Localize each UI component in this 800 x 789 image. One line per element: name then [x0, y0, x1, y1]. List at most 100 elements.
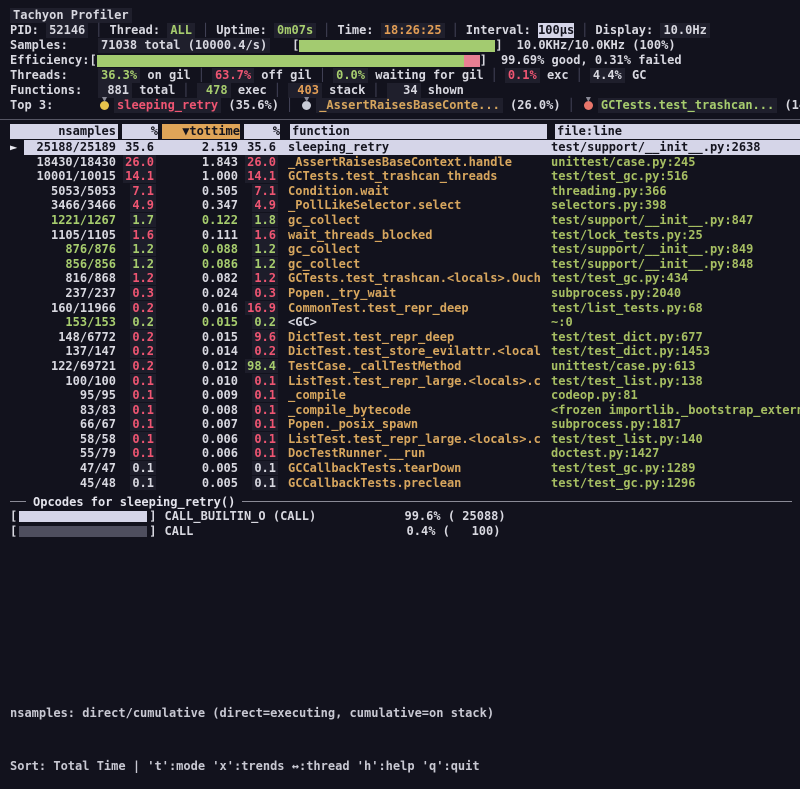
table-row[interactable]: 45/480.10.0050.1GCCallbackTests.preclean…: [0, 476, 800, 491]
samples-total: 71038 total (10000.4/s): [98, 38, 270, 53]
cell-pct-cum: 1.6: [242, 228, 278, 243]
table-row[interactable]: 5053/50537.10.5057.1Condition.waitthread…: [0, 184, 800, 199]
cell-nsamples: 148/6772: [28, 330, 116, 345]
column-header-tottime-sorted[interactable]: ▼tottime: [162, 124, 240, 139]
table-row[interactable]: 137/1470.20.0140.2DictTest.test_store_ev…: [0, 344, 800, 359]
table-row[interactable]: 47/470.10.0050.1GCCallbackTests.tearDown…: [0, 461, 800, 476]
cell-nsamples: 100/100: [28, 374, 116, 389]
cell-pct-cum: 0.3: [242, 286, 278, 301]
table-row[interactable]: 153/1530.20.0150.2<GC>~:0: [0, 315, 800, 330]
table-row[interactable]: 1105/11051.60.1111.6wait_threads_blocked…: [0, 228, 800, 243]
cell-pct-direct: 0.1: [120, 461, 156, 476]
cell-file-line: test/test_gc.py:516: [551, 169, 800, 184]
selected-row-arrow: ►: [10, 140, 28, 155]
pct-direct-value: 0.1: [130, 461, 156, 475]
table-row[interactable]: 55/790.10.0060.1DocTestRunner.__rundocte…: [0, 446, 800, 461]
stat-unit: GC: [625, 68, 647, 83]
cell-tottime: 0.086: [160, 257, 238, 272]
column-header-file-line[interactable]: file:line: [555, 124, 800, 139]
table-row[interactable]: 3466/34664.90.3474.9_PollLikeSelector.se…: [0, 198, 800, 213]
cell-pct-cum: 0.2: [242, 315, 278, 330]
table-row[interactable]: 83/830.10.0080.1_compile_bytecode<frozen…: [0, 403, 800, 418]
cell-pct-cum: 26.0: [242, 155, 278, 170]
cell-function: ListTest.test_repr_large.<locals>.c...: [288, 432, 543, 447]
cell-file-line: subprocess.py:2040: [551, 286, 800, 301]
column-header-pct-cum[interactable]: %: [244, 124, 280, 139]
cell-file-line: test/support/__init__.py:848: [551, 257, 800, 272]
pct-direct-value: 0.1: [130, 446, 156, 460]
cell-function: _AssertRaisesBaseContext.handle: [288, 155, 543, 170]
cell-pct-direct: 0.1: [120, 432, 156, 447]
table-row[interactable]: 122/697210.20.01298.4TestCase._callTestM…: [0, 359, 800, 374]
display-label: Display:: [595, 23, 653, 38]
cell-tottime: 0.007: [160, 417, 238, 432]
table-row[interactable]: 10001/1001514.11.00014.1GCTests.test_tra…: [0, 169, 800, 184]
separator: │: [576, 68, 583, 83]
cell-function: GCCallbackTests.preclean: [288, 476, 543, 491]
bar-open-bracket: [: [10, 509, 17, 524]
pct-direct-value: 0.1: [130, 432, 156, 446]
cell-nsamples: 66/67: [28, 417, 116, 432]
functions-label: Functions:: [10, 83, 90, 98]
cell-file-line: threading.py:366: [551, 184, 800, 199]
pct-cum-value: 0.3: [252, 286, 278, 300]
pct-cum-value: 14.1: [245, 169, 278, 183]
table-row[interactable]: 58/580.10.0060.1ListTest.test_repr_large…: [0, 432, 800, 447]
table-row[interactable]: 95/950.10.0090.1_compilecodeop.py:81: [0, 388, 800, 403]
table-row[interactable]: 160/119660.20.01616.9CommonTest.test_rep…: [0, 301, 800, 316]
cell-pct-cum: 0.1: [242, 403, 278, 418]
thread-value[interactable]: ALL: [167, 23, 195, 38]
pct-direct-value: 0.2: [130, 330, 156, 344]
pct-cum-value: 1.8: [252, 213, 278, 227]
table-row[interactable]: 876/8761.20.0881.2gc_collecttest/support…: [0, 242, 800, 257]
cell-pct-cum: 0.1: [242, 374, 278, 389]
cell-pct-cum: 0.1: [242, 461, 278, 476]
table-row[interactable]: 18430/1843026.01.84326.0_AssertRaisesBas…: [0, 155, 800, 170]
cell-function: DocTestRunner.__run: [288, 446, 543, 461]
pct-direct-value: 0.3: [130, 286, 156, 300]
pct-direct-value: 1.2: [130, 242, 156, 256]
table-row[interactable]: 148/67720.20.0159.6DictTest.test_repr_de…: [0, 330, 800, 345]
cell-tottime: 0.005: [160, 476, 238, 491]
cell-tottime: 0.005: [160, 461, 238, 476]
opcodes-body: []CALL_BUILTIN_O (CALL)99.6% ( 25088)[]C…: [0, 509, 800, 539]
column-header-function[interactable]: function: [290, 124, 547, 139]
efficiency-line: Efficiency: [ ] 99.69% good, 0.31% faile…: [0, 53, 800, 68]
opcode-stat: 0.4% ( 100): [404, 524, 500, 539]
cell-tottime: 2.519: [160, 140, 238, 155]
stat-number: 36.3%: [101, 68, 137, 83]
opcode-row: []CALL_BUILTIN_O (CALL)99.6% ( 25088): [0, 509, 800, 524]
cell-function: sleeping_retry: [288, 140, 543, 155]
cell-tottime: 0.015: [160, 315, 238, 330]
table-row[interactable]: 856/8561.20.0861.2gc_collecttest/support…: [0, 257, 800, 272]
column-header-nsamples[interactable]: nsamples: [10, 124, 118, 139]
pct-cum-value: 0.1: [252, 403, 278, 417]
display-value: 10.0Hz: [660, 23, 709, 38]
cell-pct-cum: 14.1: [242, 169, 278, 184]
top-function-name: GCTests.test_trashcan...: [598, 98, 777, 113]
table-row[interactable]: 237/2370.30.0240.3Popen._try_waitsubproc…: [0, 286, 800, 301]
cell-pct-cum: 35.6: [242, 140, 278, 155]
pct-cum-value: 9.6: [252, 330, 278, 344]
rule: [242, 501, 792, 502]
cell-function: _compile: [288, 388, 543, 403]
table-row[interactable]: ►25188/2518935.62.51935.6sleeping_retryt…: [0, 140, 800, 155]
column-header-pct-direct[interactable]: %: [122, 124, 158, 139]
cell-file-line: test/test_gc.py:1289: [551, 461, 800, 476]
separator: │: [202, 23, 209, 38]
cell-tottime: 0.009: [160, 388, 238, 403]
header-separator: [0, 119, 800, 120]
pct-cum-value: 7.1: [252, 184, 278, 198]
table-row[interactable]: 816/8681.20.0821.2GCTests.test_trashcan.…: [0, 271, 800, 286]
cell-pct-cum: 1.2: [242, 271, 278, 286]
time-value: 18:26:25: [381, 23, 445, 38]
cell-pct-direct: 0.2: [120, 330, 156, 345]
cell-pct-direct: 14.1: [120, 169, 156, 184]
cell-pct-direct: 1.2: [120, 271, 156, 286]
separator: │: [323, 23, 330, 38]
cell-function: Popen._try_wait: [288, 286, 543, 301]
table-row[interactable]: 100/1000.10.0100.1ListTest.test_repr_lar…: [0, 374, 800, 389]
table-header: nsamples % ▼tottime % function file:line: [0, 124, 800, 139]
table-row[interactable]: 66/670.10.0070.1Popen._posix_spawnsubpro…: [0, 417, 800, 432]
table-row[interactable]: 1221/12671.70.1221.8gc_collecttest/suppo…: [0, 213, 800, 228]
